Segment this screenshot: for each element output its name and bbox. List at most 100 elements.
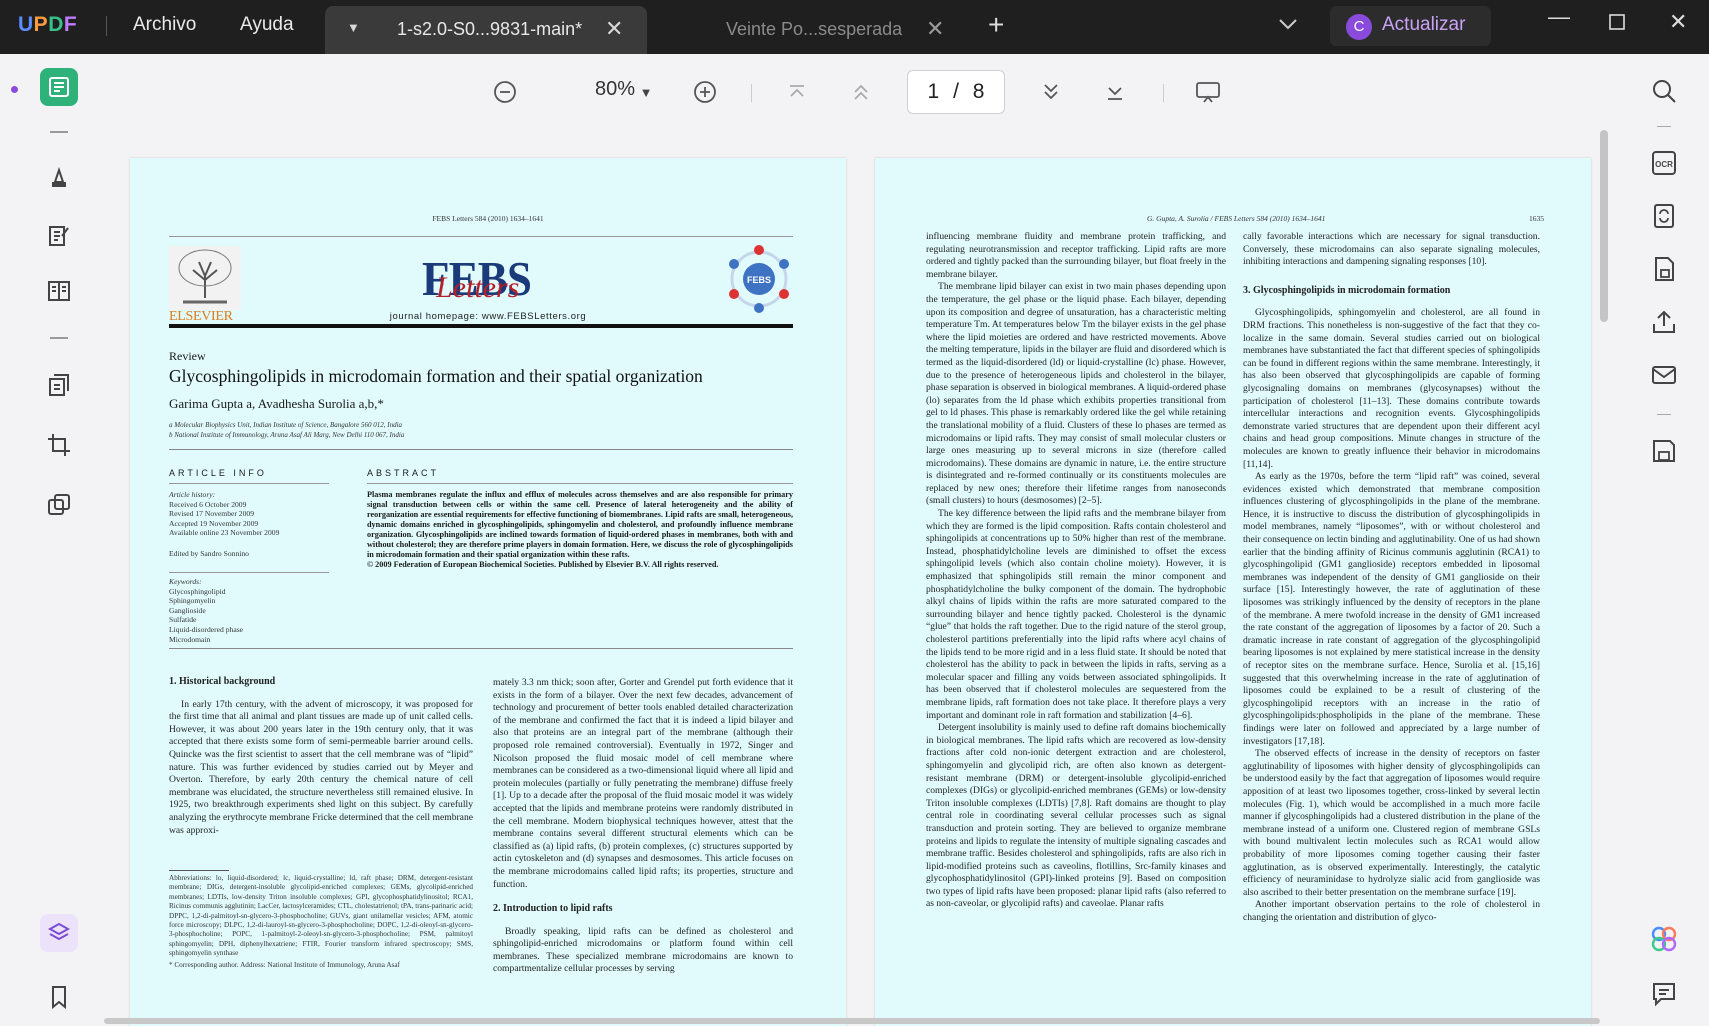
paragraph: influencing membrane fluidity and membra… [926,231,1226,280]
rule [169,236,793,237]
zoom-dropdown-icon[interactable]: ▼ [630,76,662,108]
paragraph: mately 3.3 nm thick; soon after, Gorter … [493,677,793,890]
abstract-body: Plasma membranes regulate the influx and… [367,490,793,559]
organize-icon[interactable] [40,272,78,310]
paragraph: Glycosphingolipids, sphingomyelin and ch… [1243,307,1540,470]
zoom-out-icon[interactable] [489,76,521,108]
footnote-rule [169,870,229,871]
viewer-toolbar: 80% ▼ 1 / 8 [98,54,1608,128]
rule [367,483,793,484]
maximize-icon[interactable] [1608,11,1626,37]
tab-inactive-document[interactable]: Veinte Po...sesperada ✕ [650,6,950,54]
current-page[interactable]: 1 [928,80,940,103]
body-column-2: cally favorable interactions which are n… [1243,231,1540,924]
page-indicator[interactable]: 1 / 8 [907,70,1005,114]
section-heading: 2. Introduction to lipid rafts [493,903,613,915]
tab-active-document[interactable]: ▼ 1-s2.0-S0...9831-main* ✕ [325,6,647,54]
keywords: Keywords: Glycosphingolipid Sphingomyeli… [169,577,329,644]
vertical-scrollbar[interactable] [1600,130,1608,322]
toolbar-divider [1163,84,1164,102]
crop-icon[interactable] [40,426,78,464]
minimize-icon[interactable]: — [1548,4,1570,30]
elsevier-tree-logo [169,246,241,310]
keyword: Sulfatide [169,615,197,625]
paragraph: Broadly speaking, lipid rafts can be def… [493,925,793,975]
masthead-rule [169,324,793,328]
next-page-icon[interactable] [1035,76,1067,108]
body-column-1: 1. Historical background In early 17th c… [169,664,473,837]
document-viewer[interactable]: FEBS Letters 584 (2010) 1634–1641 ELSEVI… [98,128,1608,1026]
layers-icon[interactable] [40,914,78,952]
previous-page-icon[interactable] [845,76,877,108]
rule [169,483,329,484]
mail-icon[interactable] [1648,359,1680,391]
search-icon[interactable] [1648,75,1680,107]
left-divider [50,337,68,339]
tab-dropdown-icon[interactable]: ▼ [347,20,360,35]
upgrade-button[interactable]: C Actualizar [1330,6,1491,46]
paragraph: The observed effects of increase in the … [1243,748,1540,898]
first-page-icon[interactable] [781,76,813,108]
ocr-label: OCR [1655,160,1673,169]
last-page-icon[interactable] [1099,76,1131,108]
save-icon[interactable] [1648,435,1680,467]
convert-icon[interactable] [1648,200,1680,232]
body-column-2: mately 3.3 nm thick; soon after, Gorter … [493,677,793,976]
paragraph: In early 17th century, with the advent o… [169,698,473,836]
convert-icon[interactable] [40,366,78,404]
paragraph: The membrane lipid bilayer can exist in … [926,281,1226,507]
menu-ayuda[interactable]: Ayuda [240,14,294,36]
edited-by: Edited by Sandro Sonnino [169,548,249,558]
updf-logo: UPDF [18,13,78,36]
close-tab-icon[interactable]: ✕ [926,16,944,42]
reader-icon[interactable] [40,68,78,106]
right-divider [1657,414,1671,415]
presentation-icon[interactable] [1192,76,1224,108]
rule [169,648,793,649]
bookmark-icon[interactable] [40,978,78,1016]
keyword: Microdomain [169,634,211,644]
febs-seal: FEBS [729,245,789,313]
left-divider [50,131,68,133]
close-tab-icon[interactable]: ✕ [605,16,623,42]
horizontal-scrollbar[interactable] [104,1018,1600,1024]
history-received: Received 6 October 2009 [169,499,247,509]
edit-icon[interactable] [40,216,78,254]
left-sidebar [0,54,98,1026]
abstract-text: Plasma membranes regulate the influx and… [367,490,793,570]
page-separator: / [953,80,959,103]
running-head: G. Gupta, A. Surolia / FEBS Letters 584 … [1147,214,1326,223]
affiliation-1: a Molecular Biophysics Unit, Indian Inst… [169,421,403,429]
comments-panel-icon[interactable] [1648,978,1680,1010]
close-window-icon[interactable]: ✕ [1669,9,1687,35]
keyword: Liquid-disordered phase [169,624,244,634]
keywords-label: Keywords: [169,577,202,586]
tabs-dropdown-icon[interactable] [1277,12,1299,38]
ai-icon[interactable] [1648,923,1680,955]
article-title: Glycosphingolipids in microdomain format… [169,366,703,386]
new-tab-icon[interactable]: + [988,9,1004,41]
share-icon[interactable] [1648,306,1680,338]
seal-text: FEBS [747,275,771,285]
article-history: Article history: Received 6 October 2009… [169,490,329,559]
ocr-icon[interactable]: OCR [1648,147,1680,179]
protect-icon[interactable] [1648,253,1680,285]
abstract-heading: ABSTRACT [367,468,440,478]
abbreviations: Abbreviations: lo, liquid-disordered; lc… [169,874,473,958]
keyword: Sphingomyelin [169,596,216,606]
history-online: Available online 23 November 2009 [169,528,280,538]
user-avatar: C [1346,14,1372,40]
page-tools-icon[interactable] [40,486,78,524]
pdf-page-1: FEBS Letters 584 (2010) 1634–1641 ELSEVI… [130,158,846,1026]
history-revised: Revised 17 November 2009 [169,509,254,519]
menu-archivo[interactable]: Archivo [133,14,196,36]
rule [169,572,329,573]
history-accepted: Accepted 19 November 2009 [169,518,259,528]
zoom-in-icon[interactable] [689,76,721,108]
tab-label: Veinte Po...sesperada [726,19,903,39]
keyword: Glycosphingolipid [169,586,226,596]
body-column-1: influencing membrane fluidity and membra… [926,231,1226,911]
status-dot [11,86,18,93]
paragraph: The key difference between the lipid raf… [926,508,1226,721]
comment-icon[interactable] [40,158,78,196]
